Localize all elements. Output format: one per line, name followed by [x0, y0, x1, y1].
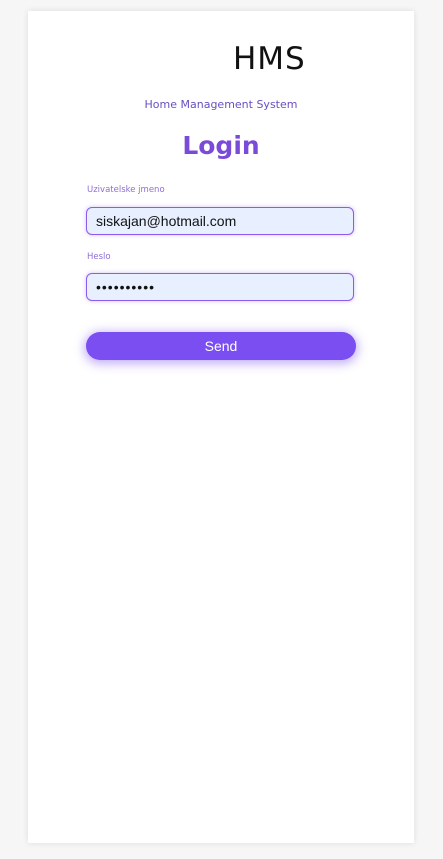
login-card: HMS Home Management System Login Uzivate… [28, 11, 414, 843]
password-field[interactable] [86, 273, 354, 301]
page-title: Login [182, 131, 260, 160]
password-label: Heslo [87, 252, 111, 262]
username-field[interactable] [86, 207, 354, 235]
send-button[interactable]: Send [86, 332, 356, 360]
app-subtitle: Home Management System [144, 98, 298, 111]
app-logo: HMS [233, 41, 306, 77]
username-label: Uzivatelske jmeno [87, 185, 165, 195]
